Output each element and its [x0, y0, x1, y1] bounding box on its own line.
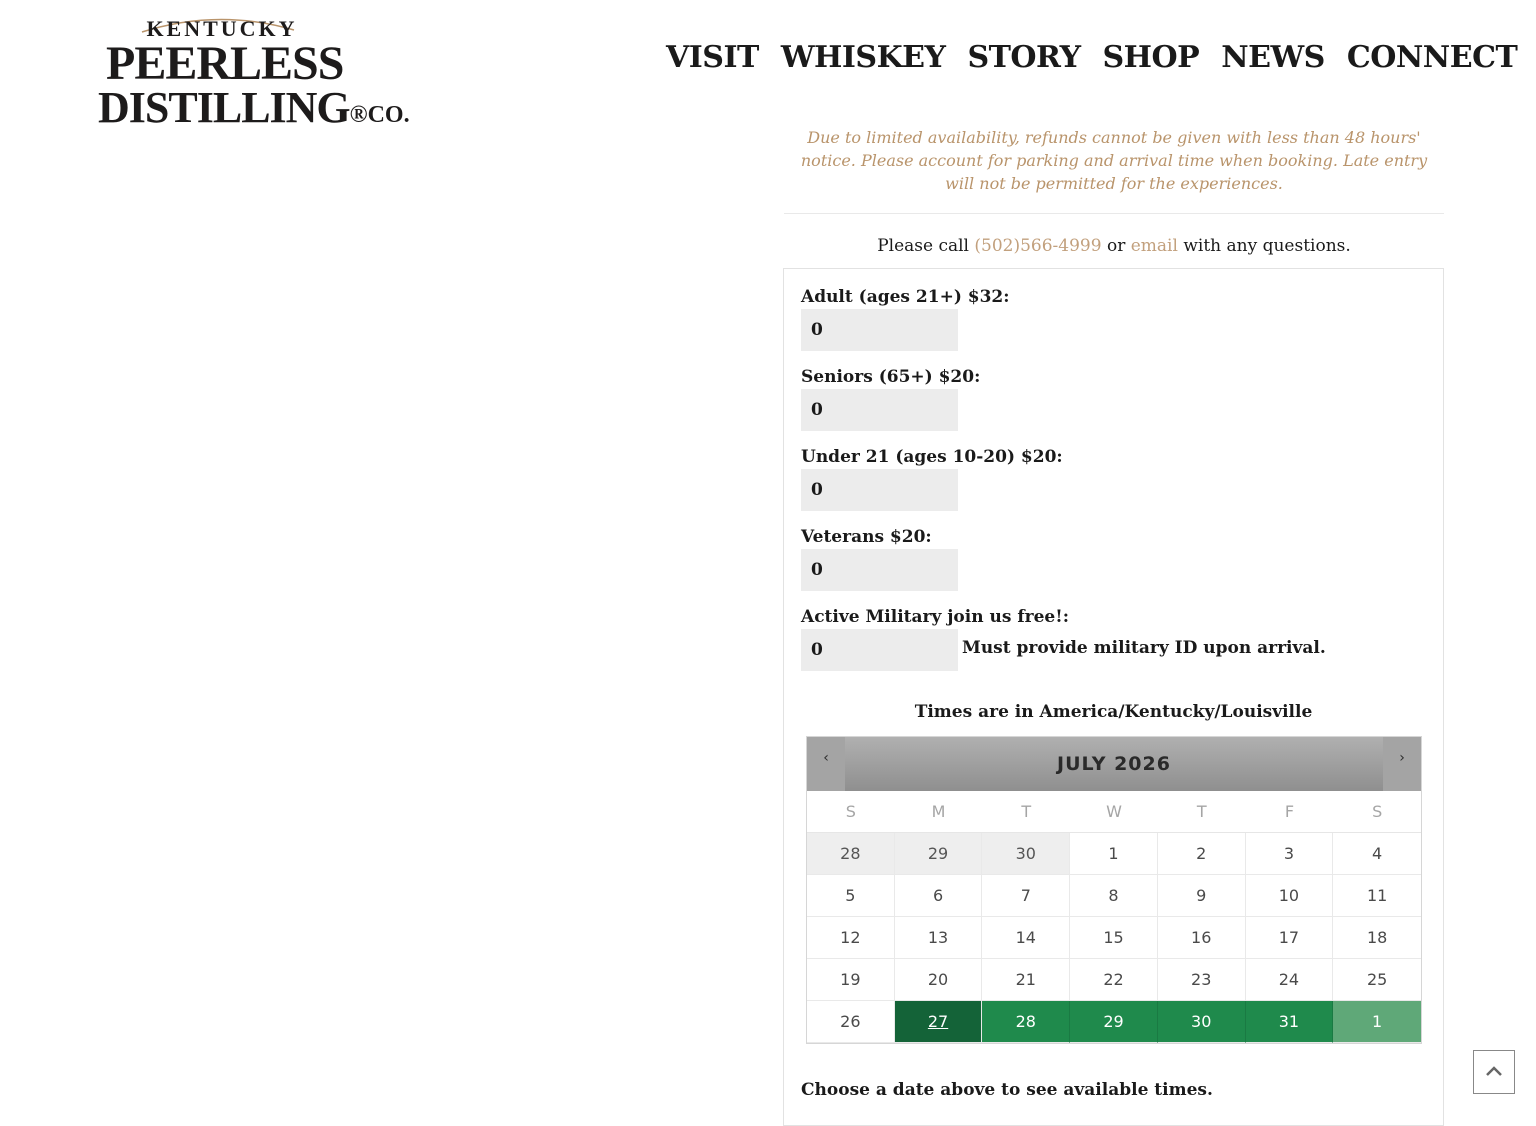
booking-form: Adult (ages 21+) $32: Seniors (65+) $20:…: [783, 268, 1444, 1126]
calendar-day-available[interactable]: 28: [982, 1001, 1071, 1043]
logo-peerless: PEERLESS: [106, 37, 344, 90]
phone-link[interactable]: (502)566-4999: [974, 236, 1101, 256]
weekday-header: S M T W T F S: [807, 791, 1421, 833]
calendar-day: 17: [1245, 917, 1334, 959]
choose-date-note: Choose a date above to see available tim…: [801, 1080, 1213, 1100]
weekday-label: S: [845, 802, 856, 821]
nav-story[interactable]: STORY: [967, 40, 1081, 75]
logo-co: ®CO.: [349, 102, 410, 128]
calendar-day-prev-month: 30: [982, 833, 1071, 875]
calendar-day: 11: [1333, 875, 1421, 917]
calendar-day: 23: [1157, 959, 1246, 1001]
weekday-label: T: [1196, 802, 1207, 821]
calendar-day: 22: [1070, 959, 1158, 1001]
nav-news[interactable]: NEWS: [1221, 40, 1325, 75]
next-month-button[interactable]: ›: [1383, 737, 1421, 791]
calendar-day: 7: [982, 875, 1071, 917]
call-suffix: with any questions.: [1177, 236, 1351, 256]
calendar-day: 16: [1157, 917, 1246, 959]
military-note: Must provide military ID upon arrival.: [962, 638, 1326, 658]
military-label: Active Military join us free!:: [801, 607, 1069, 627]
calendar-month-title: JULY 2026: [1057, 753, 1171, 775]
calendar-day: 6: [894, 875, 983, 917]
calendar-day: 14: [982, 917, 1071, 959]
calendar-day-prev-month: 29: [894, 833, 983, 875]
chevron-up-icon: [1486, 1066, 1502, 1076]
calendar-day: 19: [807, 959, 895, 1001]
email-link[interactable]: email: [1131, 236, 1178, 256]
calendar-day: 4: [1333, 833, 1421, 875]
calendar-day: 13: [894, 917, 983, 959]
call-prefix: Please call: [877, 236, 975, 256]
refund-notice: Due to limited availability, refunds can…: [800, 128, 1428, 193]
nav-visit[interactable]: VISIT: [666, 40, 759, 75]
calendar-day: 1: [1070, 833, 1158, 875]
nav-connect[interactable]: CONNECT: [1347, 40, 1518, 75]
military-quantity-input[interactable]: [801, 629, 958, 671]
calendar-header: ‹ JULY 2026 ›: [807, 737, 1421, 791]
weekday-label: F: [1284, 802, 1295, 821]
date-calendar: ‹ JULY 2026 › S M T W T F S 28 29 30 1 2…: [806, 736, 1422, 1044]
weekday-label: W: [1106, 802, 1122, 821]
calendar-day: 18: [1333, 917, 1421, 959]
main-nav: VISIT WHISKEY STORY SHOP NEWS CONNECT: [666, 40, 1518, 75]
logo-distilling: DISTILLING®CO.: [98, 86, 410, 130]
weekday-label: S: [1372, 802, 1383, 821]
under21-quantity-input[interactable]: [801, 469, 958, 511]
timezone-note: Times are in America/Kentucky/Louisville: [914, 702, 1313, 722]
divider: [784, 213, 1444, 214]
calendar-day-available[interactable]: 31: [1245, 1001, 1334, 1043]
veterans-quantity-input[interactable]: [801, 549, 958, 591]
calendar-day: 2: [1157, 833, 1246, 875]
calendar-day: 26: [807, 1001, 895, 1043]
adult-quantity-input[interactable]: [801, 309, 958, 351]
contact-line: Please call (502)566-4999 or email with …: [784, 236, 1444, 256]
calendar-day-available[interactable]: 29: [1070, 1001, 1158, 1043]
calendar-days: 28 29 30 1 2 3 4 5 6 7 8 9 10 11 12 13 1…: [807, 833, 1421, 1043]
calendar-day: 8: [1070, 875, 1158, 917]
weekday-label: M: [931, 802, 946, 821]
peerless-logo[interactable]: KENTUCKY PEERLESS DISTILLING®CO.: [98, 6, 410, 130]
call-middle: or: [1101, 236, 1131, 256]
calendar-day: 24: [1245, 959, 1334, 1001]
calendar-day: 10: [1245, 875, 1334, 917]
calendar-day: 25: [1333, 959, 1421, 1001]
calendar-day: 12: [807, 917, 895, 959]
calendar-day-available[interactable]: 30: [1157, 1001, 1246, 1043]
calendar-day: 9: [1157, 875, 1246, 917]
calendar-day: 20: [894, 959, 983, 1001]
scroll-to-top-button[interactable]: [1473, 1050, 1515, 1094]
veterans-label: Veterans $20:: [801, 527, 932, 547]
calendar-day: 3: [1245, 833, 1334, 875]
adult-label: Adult (ages 21+) $32:: [801, 287, 1010, 307]
calendar-day-next-month-available[interactable]: 1: [1333, 1001, 1421, 1043]
calendar-day: 15: [1070, 917, 1158, 959]
calendar-day-selected[interactable]: 27: [894, 1001, 983, 1043]
under21-label: Under 21 (ages 10-20) $20:: [801, 447, 1063, 467]
calendar-day-prev-month: 28: [807, 833, 895, 875]
seniors-quantity-input[interactable]: [801, 389, 958, 431]
logo-distilling-text: DISTILLING: [98, 83, 351, 132]
calendar-day: 21: [982, 959, 1071, 1001]
calendar-day: 5: [807, 875, 895, 917]
weekday-label: T: [1021, 802, 1032, 821]
nav-whiskey[interactable]: WHISKEY: [781, 40, 946, 75]
nav-shop[interactable]: SHOP: [1102, 40, 1199, 75]
seniors-label: Seniors (65+) $20:: [801, 367, 981, 387]
